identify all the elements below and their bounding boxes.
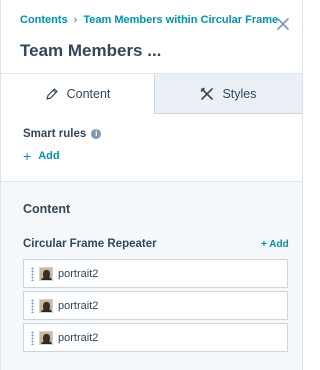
drag-handle-icon[interactable]: [31, 266, 34, 281]
tab-content-label: Content: [66, 87, 111, 101]
repeater-label: Circular Frame Repeater: [23, 238, 157, 250]
repeater-add-button[interactable]: + Add: [261, 239, 289, 250]
drag-handle-icon[interactable]: [31, 330, 34, 345]
portrait-thumbnail: [39, 266, 53, 281]
content-section: Content Circular Frame Repeater + Add po…: [1, 182, 302, 370]
smart-rules-add-button[interactable]: + Add: [23, 147, 60, 164]
page-title: Team Members ...: [20, 41, 162, 60]
list-item[interactable]: portrait2: [23, 323, 288, 352]
portrait-thumbnail: [39, 330, 53, 345]
content-heading: Content: [23, 202, 71, 216]
panel-header: Contents › Team Members within Circular …: [1, 0, 302, 73]
breadcrumb-current-link[interactable]: Team Members within Circular Frame: [83, 14, 278, 26]
smart-rules-add-label: Add: [38, 150, 60, 162]
editor-panel: Contents › Team Members within Circular …: [0, 0, 303, 370]
breadcrumb-chevron-icon: ›: [73, 14, 78, 26]
breadcrumb: Contents › Team Members within Circular …: [20, 14, 278, 26]
smart-rules-label: Smart rules i: [23, 128, 102, 140]
plus-icon: +: [23, 147, 32, 164]
repeater-list: portrait2 portrait2 portrait2: [23, 259, 288, 355]
list-item-label: portrait2: [58, 267, 99, 280]
list-item[interactable]: portrait2: [23, 259, 288, 288]
info-icon[interactable]: i: [91, 129, 102, 139]
smart-rules-section: Smart rules i: [1, 113, 302, 153]
portrait-thumbnail: [39, 298, 53, 313]
tab-styles-label: Styles: [222, 86, 257, 101]
pencil-icon: [45, 87, 59, 101]
styles-icon: [200, 87, 214, 101]
tab-styles[interactable]: Styles: [155, 74, 302, 114]
smart-rules-text: Smart rules: [23, 128, 87, 140]
tab-bar: Content Styles: [1, 73, 302, 114]
list-item[interactable]: portrait2: [23, 291, 288, 320]
drag-handle-icon[interactable]: [31, 298, 34, 313]
list-item-label: portrait2: [58, 299, 99, 312]
close-icon[interactable]: [275, 16, 291, 32]
list-item-label: portrait2: [58, 331, 99, 344]
tab-content[interactable]: Content: [1, 74, 155, 114]
breadcrumb-contents-link[interactable]: Contents: [20, 14, 68, 26]
